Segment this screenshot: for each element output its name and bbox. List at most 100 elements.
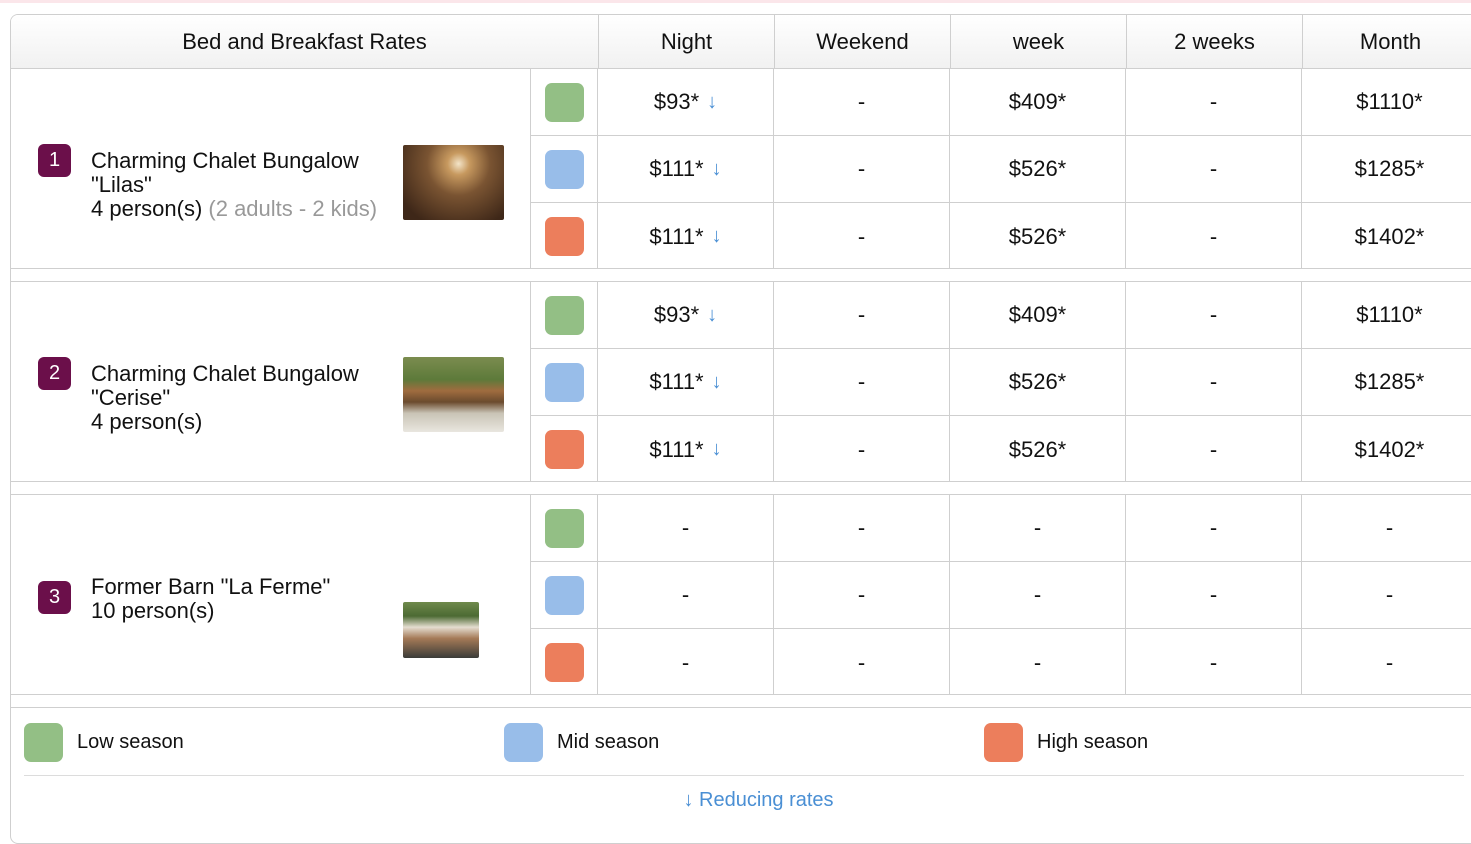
rate-value: -	[857, 582, 866, 607]
rate-value: -	[857, 369, 866, 394]
rate-2-weeks: -	[1126, 136, 1302, 202]
rate-value: $1110*	[1356, 302, 1423, 327]
rate-month: $1402*	[1302, 203, 1471, 270]
rate-value: $111*	[649, 156, 704, 181]
rate-value: -	[1209, 582, 1218, 607]
rate-value: $1402*	[1354, 436, 1425, 462]
rate-value: -	[1033, 515, 1042, 540]
col-week: week	[950, 15, 1126, 69]
col-2-weeks: 2 weeks	[1126, 15, 1302, 69]
rate-value: $526*	[1008, 369, 1067, 394]
property-capacity: 4 person(s)	[91, 410, 391, 434]
season-cell	[531, 203, 598, 270]
season-cell	[531, 136, 598, 202]
rate-week: $409*	[950, 282, 1126, 348]
table-header: Bed and Breakfast Rates Night Weekend we…	[11, 15, 1471, 69]
rate-value: -	[1209, 223, 1218, 249]
rate-2-weeks: -	[1126, 629, 1302, 696]
rate-weekend: -	[774, 416, 950, 483]
reducing-rate-arrow-icon[interactable]: ↓	[712, 225, 722, 248]
high-season-swatch	[984, 723, 1023, 762]
reducing-rate-arrow-icon[interactable]: ↓	[707, 304, 717, 327]
season-cell	[531, 562, 598, 628]
rate-row-mid: $111* ↓ - $526* - $1285*	[531, 349, 1471, 416]
property-title[interactable]: Charming Chalet Bungalow "Cerise"	[91, 362, 391, 410]
capacity-detail: (2 adults - 2 kids)	[202, 196, 378, 221]
reducing-rate-arrow-icon[interactable]: ↓	[712, 371, 722, 394]
rate-weekend: -	[774, 495, 950, 561]
capacity-text: 10 person(s)	[91, 598, 215, 623]
season-cell	[531, 349, 598, 415]
rate-value: $409*	[1008, 302, 1067, 327]
property-title[interactable]: Charming Chalet Bungalow "Lilas"	[91, 149, 391, 197]
rate-weekend: -	[774, 69, 950, 135]
property-photo[interactable]	[403, 602, 479, 658]
legend-high: High season	[984, 723, 1148, 762]
rate-value: $93*	[653, 89, 700, 114]
property-name[interactable]: Charming Chalet Bungalow "Cerise" 4 perso…	[91, 362, 391, 434]
rate-night: $93* ↓	[598, 282, 774, 348]
rate-night: $111* ↓	[598, 136, 774, 202]
property-name[interactable]: Charming Chalet Bungalow "Lilas" 4 person…	[91, 149, 391, 221]
reducing-rate-arrow-icon[interactable]: ↓	[712, 438, 722, 461]
rate-value: $1285*	[1354, 156, 1425, 181]
legend-low: Low season	[24, 723, 184, 762]
rate-value: -	[857, 302, 866, 327]
rate-value: -	[681, 582, 690, 607]
rate-night: $111* ↓	[598, 203, 774, 270]
rate-row-high: -----	[531, 629, 1471, 696]
rate-row-low: $93* ↓ - $409* - $1110*	[531, 282, 1471, 349]
rate-value: -	[1209, 156, 1218, 181]
property-capacity: 4 person(s) (2 adults - 2 kids)	[91, 197, 391, 221]
col-weekend: Weekend	[774, 15, 950, 69]
rate-value: -	[1209, 649, 1218, 675]
rate-night: -	[598, 562, 774, 628]
reducing-rate-arrow-icon[interactable]: ↓	[712, 158, 722, 181]
rate-value: -	[1033, 582, 1042, 607]
season-cell	[531, 69, 598, 135]
property-name[interactable]: Former Barn "La Ferme" 10 person(s)	[91, 575, 391, 623]
rate-week: -	[950, 629, 1126, 696]
low-season-swatch	[545, 296, 584, 335]
rate-value: $409*	[1008, 89, 1067, 114]
property-group-3: 3 Former Barn "La Ferme" 10 person(s) - - - - -…	[11, 495, 1471, 696]
season-cell	[531, 416, 598, 483]
rate-value: $526*	[1008, 223, 1067, 249]
rate-row-mid: $111* ↓ - $526* - $1285*	[531, 136, 1471, 203]
legend-high-label: High season	[1037, 731, 1149, 753]
property-info: 3 Former Barn "La Ferme" 10 person(s)	[11, 495, 531, 695]
rate-value: -	[681, 649, 690, 675]
property-photo[interactable]	[403, 357, 504, 432]
rate-month: -	[1302, 629, 1471, 696]
rate-value: $111*	[649, 369, 704, 394]
rate-value: $111*	[649, 223, 704, 249]
property-title[interactable]: Former Barn "La Ferme"	[91, 575, 391, 599]
mid-season-swatch	[504, 723, 543, 762]
top-accent-line	[0, 0, 1471, 3]
property-number-badge: 2	[38, 357, 71, 390]
legend-mid: Mid season	[504, 723, 659, 762]
rate-value: $526*	[1008, 436, 1067, 462]
capacity-text: 4 person(s)	[91, 196, 203, 221]
rate-row-low: $93* ↓ - $409* - $1110*	[531, 69, 1471, 136]
rate-value: -	[857, 515, 866, 540]
rate-value: -	[1209, 369, 1218, 394]
reducing-rate-arrow-icon[interactable]: ↓	[707, 91, 717, 114]
rate-week: $526*	[950, 416, 1126, 483]
rate-value: -	[857, 649, 866, 675]
property-photo[interactable]	[403, 145, 504, 220]
down-arrow-icon: ↓	[683, 789, 694, 811]
rate-weekend: -	[774, 136, 950, 202]
rate-night: $111* ↓	[598, 416, 774, 483]
col-night: Night	[598, 15, 774, 69]
col-month: Month	[1302, 15, 1471, 69]
property-group-2: 2 Charming Chalet Bungalow "Cerise" 4 pers…	[11, 282, 1471, 483]
rate-value: -	[857, 89, 866, 114]
rate-value: -	[1209, 515, 1218, 540]
low-season-swatch	[545, 509, 584, 548]
rate-value: $1110*	[1356, 89, 1423, 114]
rate-week: $526*	[950, 349, 1126, 415]
rate-value: -	[1209, 89, 1218, 114]
rate-value: $526*	[1008, 156, 1067, 181]
rate-value: $93*	[653, 302, 700, 327]
